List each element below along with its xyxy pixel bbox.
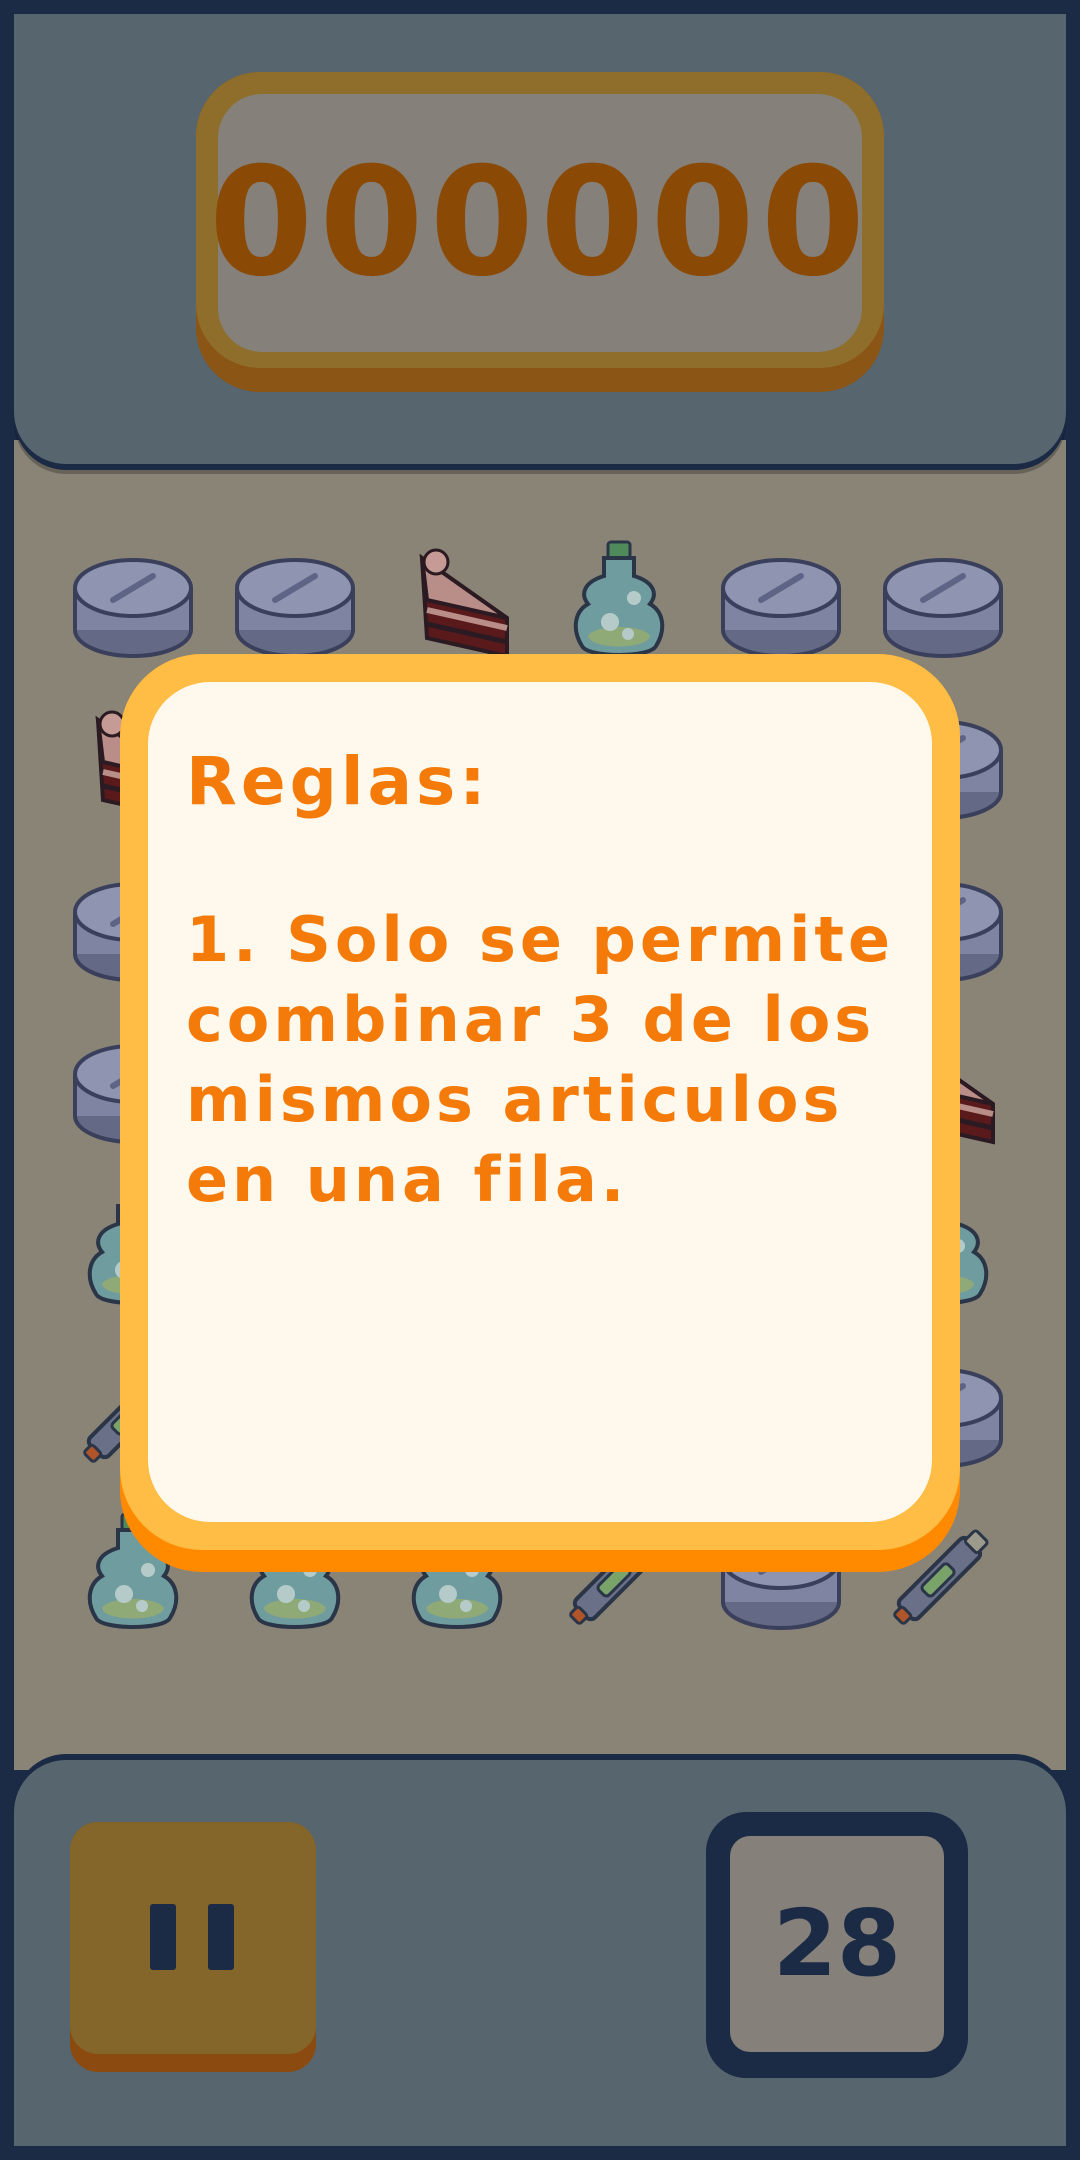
tablet-icon[interactable] xyxy=(230,538,360,668)
moves-value: 28 xyxy=(772,1890,902,1997)
pause-icon-bar[interactable] xyxy=(208,1904,234,1970)
pause-icon[interactable] xyxy=(150,1904,176,1970)
game-screen: 000000 28 Reglas: 1. Solo se permite com… xyxy=(0,0,1080,2160)
score-value: 000000 xyxy=(208,136,872,310)
tablet-icon[interactable] xyxy=(878,538,1008,668)
rules-text: 1. Solo se permite combinar 3 de los mis… xyxy=(186,903,895,1216)
moves-counter: 28 xyxy=(730,1836,944,2052)
cake-slice-icon[interactable] xyxy=(392,538,522,668)
pause-button[interactable] xyxy=(70,1822,316,2054)
tablet-icon[interactable] xyxy=(716,538,846,668)
score-display: 000000 xyxy=(209,94,865,352)
rules-title: Reglas: xyxy=(186,743,490,820)
tablet-icon[interactable] xyxy=(68,538,198,668)
potion-bottle-icon[interactable] xyxy=(554,538,684,668)
